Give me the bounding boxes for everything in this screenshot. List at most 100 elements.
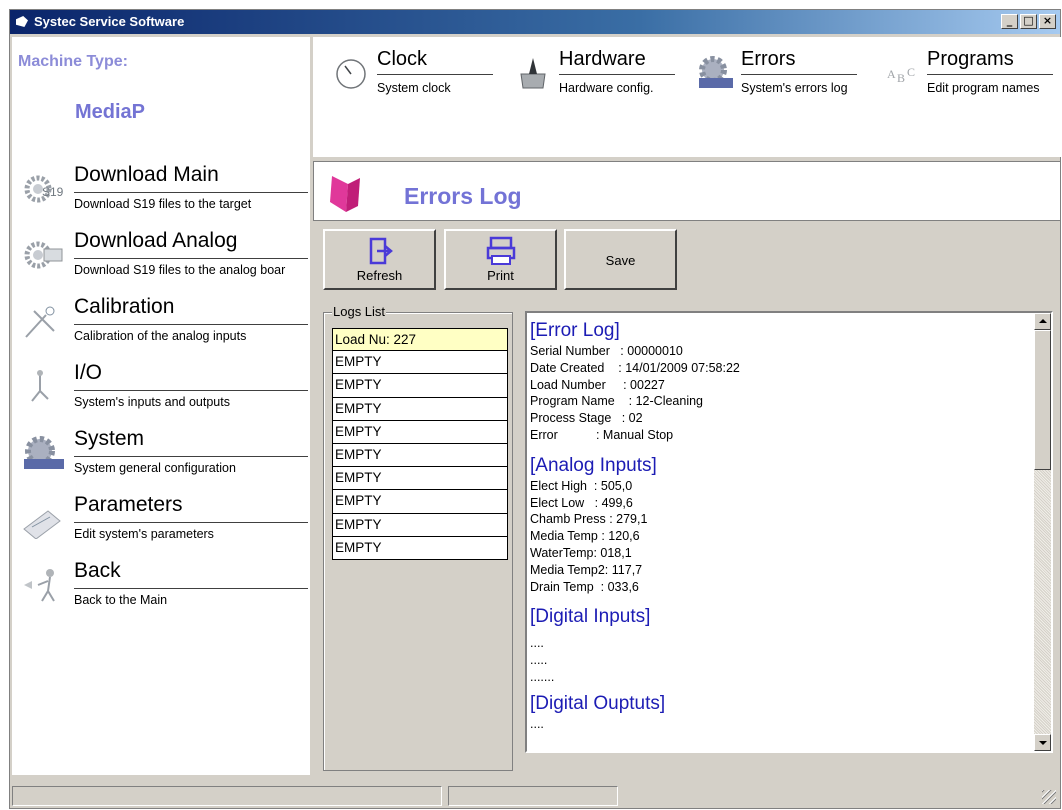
toolbar-hardware[interactable]: Hardware Hardware config.	[515, 47, 685, 97]
sidebar-item-title: I/O	[74, 361, 103, 384]
maximize-button[interactable]: □	[1020, 14, 1037, 29]
log-list-item[interactable]: EMPTY	[332, 513, 508, 537]
log-key: WaterTemp:	[530, 545, 597, 560]
sidebar-item-title: Calibration	[74, 295, 175, 318]
log-row: Serial Number : 00000010	[530, 343, 1024, 360]
log-row: Date Created : 14/01/2009 07:58:22	[530, 360, 1024, 377]
log-list-item[interactable]: EMPTY	[332, 536, 508, 560]
divider	[74, 324, 308, 325]
scroll-up-button[interactable]	[1034, 313, 1051, 330]
log-key: Media Temp :	[530, 529, 605, 544]
back-icon	[24, 569, 55, 602]
log-list-item[interactable]: EMPTY	[332, 420, 508, 444]
log-list-item[interactable]: EMPTY	[332, 351, 508, 375]
app-icon	[16, 16, 28, 27]
parameters-icon	[23, 510, 61, 539]
log-row: Elect Low : 499,6	[530, 495, 1024, 512]
log-value: 018,1	[596, 545, 632, 560]
log-key: Process Stage :	[530, 411, 626, 426]
close-button[interactable]: ×	[1039, 14, 1056, 29]
sidebar-item-system[interactable]: System System general configuration	[12, 425, 310, 487]
log-list-item[interactable]: EMPTY	[332, 467, 508, 491]
window-controls: _ □ ×	[1001, 14, 1056, 29]
refresh-icon	[369, 237, 393, 265]
hardware-icon	[520, 58, 546, 89]
log-row: Drain Temp : 033,6	[530, 579, 1024, 596]
sidebar-item-title: System	[74, 427, 145, 450]
log-text-area[interactable]: [Error Log] Serial Number : 00000010 Dat…	[525, 311, 1053, 753]
sidebar: Machine Type: MediaP S19 Download Main D…	[12, 37, 310, 775]
sidebar-item-io[interactable]: I/O System's inputs and outputs	[12, 359, 310, 421]
errors-gear-icon	[699, 56, 733, 88]
title-bar: Systec Service Software _ □ ×	[10, 10, 1060, 34]
log-list-item[interactable]: EMPTY	[332, 443, 508, 468]
log-key: Error :	[530, 427, 600, 442]
system-gear-icon	[24, 436, 64, 469]
svg-text:S19: S19	[42, 185, 64, 199]
divider	[741, 74, 857, 75]
toolbar-clock[interactable]: Clock System clock	[333, 47, 503, 97]
toolbar-item-desc: Edit program names	[927, 81, 1040, 95]
log-row: Load Number : 00227	[530, 377, 1024, 394]
resize-grip[interactable]	[1042, 790, 1056, 804]
gear-download-icon: S19	[24, 175, 64, 203]
log-row: Media Temp2: 117,7	[530, 562, 1024, 579]
toolbar-item-title: Clock	[377, 48, 428, 70]
sidebar-item-desc: System general configuration	[74, 461, 236, 475]
app-window: Systec Service Software _ □ × Machine Ty…	[9, 9, 1061, 809]
save-label: Save	[605, 253, 636, 268]
section-heading: [Digital Inputs]	[530, 606, 651, 628]
gear-analog-icon	[24, 241, 63, 269]
divider	[377, 74, 493, 75]
sidebar-item-title: Download Analog	[74, 229, 238, 252]
divider	[74, 456, 308, 457]
log-value: Manual Stop	[599, 427, 674, 442]
sidebar-item-download-main[interactable]: S19 Download Main Download S19 files to …	[12, 161, 310, 223]
vertical-scrollbar[interactable]	[1034, 313, 1051, 751]
minimize-button[interactable]: _	[1001, 14, 1018, 29]
log-value: 505,0	[597, 478, 633, 493]
sidebar-item-desc: Back to the Main	[74, 593, 168, 607]
log-line: ....	[530, 717, 544, 732]
log-content: [Error Log] Serial Number : 00000010 Dat…	[530, 315, 1024, 733]
log-line: .......	[530, 670, 555, 685]
sidebar-item-parameters[interactable]: Parameters Edit system's parameters	[12, 491, 310, 553]
log-key: Elect High :	[530, 478, 598, 493]
log-list-item[interactable]: EMPTY	[332, 374, 508, 398]
book-icon	[330, 176, 360, 212]
log-list-item[interactable]: EMPTY	[332, 397, 508, 421]
print-button[interactable]: Print	[444, 229, 557, 290]
section-heading: [Error Log]	[530, 320, 620, 341]
print-icon	[486, 236, 515, 265]
sidebar-item-desc: Edit system's parameters	[74, 527, 214, 541]
log-line: ....	[530, 636, 544, 651]
toolbar-programs[interactable]: A B C Programs Edit program names	[883, 47, 1061, 97]
scroll-down-button[interactable]	[1034, 734, 1051, 751]
save-button[interactable]: Save	[564, 229, 677, 290]
sidebar-item-download-analog[interactable]: Download Analog Download S19 files to th…	[12, 227, 310, 289]
log-value: 02	[625, 411, 643, 426]
log-value: 00227	[626, 377, 665, 392]
divider	[74, 192, 308, 193]
scroll-thumb[interactable]	[1034, 330, 1051, 470]
log-value: 00000010	[623, 344, 683, 358]
sidebar-item-desc: Download S19 files to the target	[74, 197, 252, 211]
log-list-item[interactable]: EMPTY	[332, 490, 508, 514]
print-label: Print	[487, 268, 514, 283]
programs-icon: A B C	[887, 65, 915, 85]
log-key: Drain Temp :	[530, 579, 605, 594]
log-key: Elect Low :	[530, 495, 599, 510]
status-panel	[448, 786, 618, 806]
log-value: 120,6	[604, 529, 640, 544]
sidebar-item-calibration[interactable]: Calibration Calibration of the analog in…	[12, 293, 310, 355]
io-icon	[31, 370, 49, 402]
status-panel	[12, 786, 442, 806]
sidebar-item-back[interactable]: Back Back to the Main	[12, 557, 310, 619]
refresh-label: Refresh	[356, 268, 403, 283]
toolbar-errors[interactable]: Errors System's errors log	[697, 47, 867, 97]
log-list-item[interactable]: Load Nu: 227	[332, 328, 508, 352]
sidebar-item-desc: Download S19 files to the analog boar	[74, 263, 286, 277]
clock-icon	[336, 59, 366, 89]
status-bar	[12, 778, 1058, 806]
refresh-button[interactable]: Refresh	[323, 229, 436, 290]
